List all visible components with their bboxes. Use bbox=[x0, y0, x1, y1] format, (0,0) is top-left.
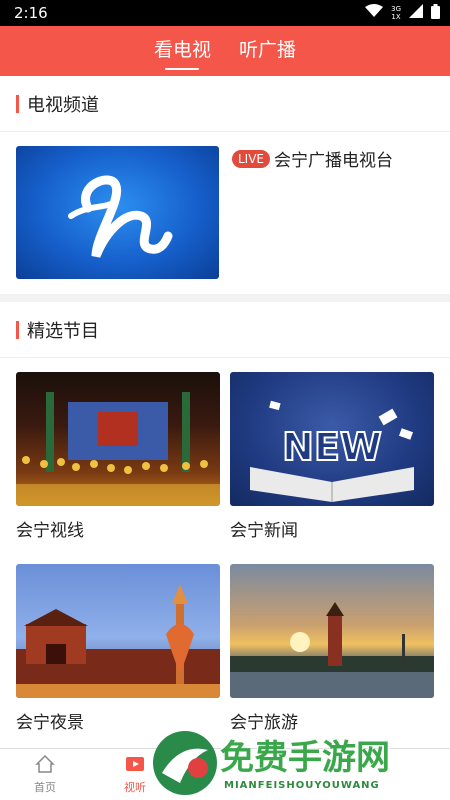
channel-thumbnail[interactable] bbox=[16, 146, 219, 279]
channel-info[interactable]: LIVE 会宁广播电视台 bbox=[232, 146, 393, 171]
watermark-logo-icon bbox=[153, 731, 217, 795]
svg-text:NEW: NEW bbox=[282, 425, 382, 469]
channel-logo-icon bbox=[68, 175, 173, 258]
nav-home[interactable]: 首页 bbox=[10, 754, 80, 795]
network-type-top: 3G bbox=[391, 5, 401, 13]
channel-name: 会宁广播电视台 bbox=[274, 151, 394, 171]
section-accent-bar bbox=[16, 94, 19, 113]
tab-watch-tv[interactable]: 看电视 bbox=[154, 35, 211, 68]
signal-icon bbox=[409, 4, 423, 22]
play-icon bbox=[125, 754, 145, 777]
network-type-bottom: 1X bbox=[391, 13, 401, 21]
wifi-icon bbox=[365, 4, 384, 22]
tab-listen-radio[interactable]: 听广播 bbox=[239, 35, 296, 68]
watermark-text: 免费手游网 bbox=[220, 738, 390, 778]
tv-channels-title: 电视频道 bbox=[27, 94, 99, 116]
program-thumbnail bbox=[230, 564, 434, 698]
section-divider bbox=[0, 294, 450, 302]
top-tab-bar: 看电视 听广播 bbox=[0, 26, 450, 76]
watermark: 免费手游网 MIANFEISHOUYOUWANG bbox=[150, 728, 450, 800]
watermark-subtext: MIANFEISHOUYOUWANG bbox=[224, 780, 380, 791]
program-thumbnail bbox=[16, 564, 220, 698]
home-icon bbox=[35, 754, 55, 777]
nav-media-label: 视听 bbox=[124, 781, 146, 794]
status-bar: 2:16 3G 1X bbox=[0, 0, 450, 26]
featured-header: 精选节目 bbox=[0, 302, 450, 358]
status-time: 2:16 bbox=[14, 4, 48, 22]
nav-home-label: 首页 bbox=[34, 781, 56, 794]
live-badge: LIVE bbox=[232, 149, 271, 168]
tv-channels-header: 电视频道 bbox=[0, 76, 450, 132]
program-thumbnail: NEW bbox=[230, 372, 434, 506]
battery-icon bbox=[431, 3, 440, 23]
program-card[interactable]: 会宁夜景 bbox=[16, 564, 220, 733]
program-thumbnail bbox=[16, 372, 220, 506]
program-label: 会宁视线 bbox=[16, 521, 84, 541]
program-card[interactable]: 会宁旅游 bbox=[230, 564, 434, 733]
featured-title: 精选节目 bbox=[27, 320, 99, 342]
program-label: 会宁新闻 bbox=[230, 521, 298, 541]
program-card[interactable]: 会宁视线 bbox=[16, 372, 220, 541]
section-accent-bar bbox=[16, 320, 19, 339]
program-card[interactable]: NEW 会宁新闻 bbox=[230, 372, 434, 541]
